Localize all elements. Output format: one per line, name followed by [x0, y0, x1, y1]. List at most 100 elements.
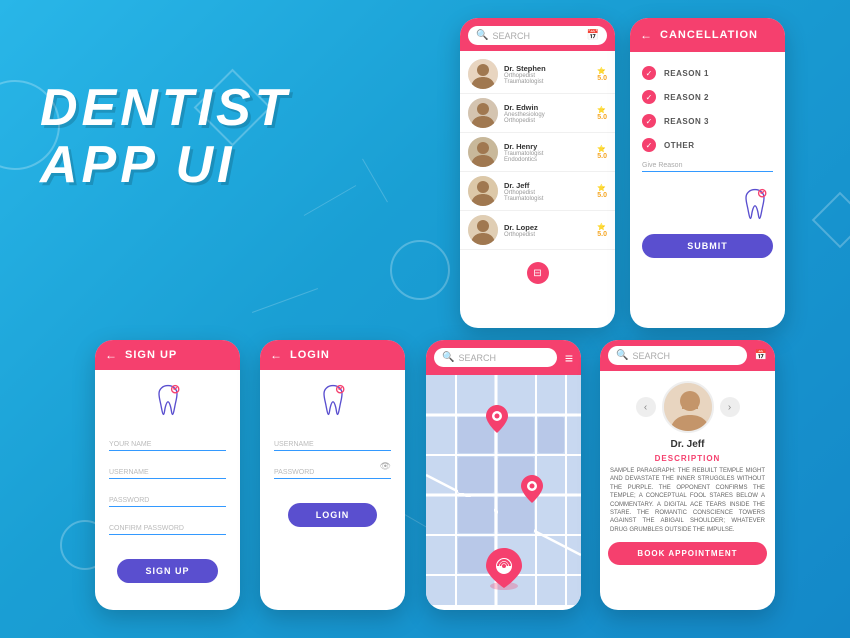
doctor-rating: ⭐5.0: [597, 106, 607, 121]
submit-button[interactable]: SUBMIT: [642, 234, 773, 258]
doctor-info: Dr. Jeff OrthopedistTraumatologist: [504, 181, 591, 202]
profile-body: ‹ › Dr. Jeff DESCRIPTION SAMPLE PARAGRAP…: [600, 371, 775, 573]
check-icon: ✓: [642, 138, 656, 152]
search-placeholder: SEARCH: [492, 31, 582, 41]
doctor-rating: ⭐5.0: [597, 184, 607, 199]
doctor-avatar: [468, 98, 498, 128]
doctor-list-item[interactable]: Dr. Stephen OrthopedistTraumatologist ⭐5…: [460, 55, 615, 94]
doctor-name: Dr. Henry: [504, 142, 591, 151]
doctor-list-item[interactable]: Dr. Henry TraumatologistEndodontics ⭐5.0: [460, 133, 615, 172]
signup-field[interactable]: [109, 439, 226, 451]
phone-map: 🔍 SEARCH ≡: [426, 340, 581, 610]
profile-search-placeholder: SEARCH: [632, 351, 738, 361]
map-pin-2[interactable]: [521, 475, 543, 503]
login-form: 👁: [260, 429, 405, 497]
signup-field[interactable]: [109, 523, 226, 535]
doctor-spec: OrthopedistTraumatologist: [504, 73, 591, 85]
phone-cancel: ← CANCELLATION ✓ REASON 1 ✓ REASON 2 ✓ R…: [630, 18, 785, 328]
signup-back-icon[interactable]: ←: [105, 348, 117, 362]
login-header: ← LOGIN: [260, 340, 405, 370]
cancel-option[interactable]: ✓ REASON 2: [642, 90, 773, 104]
give-reason-input[interactable]: [642, 171, 773, 172]
map-pin-bottom[interactable]: [484, 546, 524, 595]
cancel-option-text: REASON 1: [664, 69, 709, 78]
deco-line-3: [252, 288, 318, 313]
doctor-info: Dr. Lopez Orthopedist: [504, 223, 591, 238]
profile-doctor-name: Dr. Jeff: [600, 439, 775, 454]
doctor-list: Dr. Stephen OrthopedistTraumatologist ⭐5…: [460, 51, 615, 254]
doctor-info: Dr. Edwin AnesthesiologyOrthopedist: [504, 103, 591, 124]
doctor-spec: AnesthesiologyOrthopedist: [504, 112, 591, 124]
profile-avatar: [662, 381, 714, 433]
profile-search-icon: 🔍: [616, 350, 628, 361]
calendar-icon-profile[interactable]: 📅: [755, 350, 767, 361]
cancel-body: ✓ REASON 1 ✓ REASON 2 ✓ REASON 3 ✓ OTHER…: [630, 52, 785, 272]
title-section: DENTIST APP UI: [40, 80, 290, 194]
signup-field[interactable]: [109, 467, 226, 479]
doctor-avatar: [468, 59, 498, 89]
cancel-option[interactable]: ✓ OTHER: [642, 138, 773, 152]
menu-icon[interactable]: ≡: [565, 350, 573, 366]
title-line1: DENTIST: [40, 80, 290, 137]
calendar-icon: 📅: [587, 30, 599, 41]
filter-button[interactable]: ⊟: [527, 262, 549, 284]
doctor-avatar: [468, 137, 498, 167]
doctor-list-item[interactable]: Dr. Edwin AnesthesiologyOrthopedist ⭐5.0: [460, 94, 615, 133]
search-bar[interactable]: 🔍 SEARCH 📅: [468, 26, 607, 45]
doctor-name: Dr. Edwin: [504, 103, 591, 112]
doctor-info: Dr. Stephen OrthopedistTraumatologist: [504, 64, 591, 85]
doctor-avatar: [468, 215, 498, 245]
doctor-list-item[interactable]: Dr. Lopez Orthopedist ⭐5.0: [460, 211, 615, 250]
map-body: [426, 375, 581, 605]
profile-header: 🔍 SEARCH 📅: [600, 340, 775, 371]
phone-signup: ← SIGN UP SIGN UP: [95, 340, 240, 610]
profile-description-text: SAMPLE PARAGRAPH: THE REBUILT TEMPLE MIG…: [600, 467, 775, 534]
prev-doctor-button[interactable]: ‹: [636, 397, 656, 417]
doctor-name: Dr. Lopez: [504, 223, 591, 232]
tooth-icon: [642, 186, 773, 222]
doctor-list-item[interactable]: Dr. Jeff OrthopedistTraumatologist ⭐5.0: [460, 172, 615, 211]
password-eye-icon[interactable]: 👁: [380, 461, 391, 472]
signup-title: SIGN UP: [125, 349, 177, 361]
cancel-option[interactable]: ✓ REASON 3: [642, 114, 773, 128]
signup-form: [95, 429, 240, 553]
login-button[interactable]: LOGIN: [288, 503, 378, 527]
signup-btn-wrap: SIGN UP: [95, 559, 240, 583]
map-search-bar[interactable]: 🔍 SEARCH: [434, 348, 557, 367]
cancel-option-text: REASON 3: [664, 117, 709, 126]
title-line2: APP UI: [40, 137, 290, 194]
signup-field[interactable]: [109, 495, 226, 507]
map-search-icon: 🔍: [442, 352, 454, 363]
profile-search-bar[interactable]: 🔍 SEARCH: [608, 346, 747, 365]
map-pin-1[interactable]: [486, 405, 508, 433]
cancel-header: ← CANCELLATION: [630, 18, 785, 52]
doctor-info: Dr. Henry TraumatologistEndodontics: [504, 142, 591, 163]
login-back-icon[interactable]: ←: [270, 348, 282, 362]
book-appointment-button[interactable]: BOOK APPOINTMENT: [608, 542, 767, 565]
check-icon: ✓: [642, 66, 656, 80]
doctor-avatar: [468, 176, 498, 206]
give-reason-label: Give Reason: [642, 162, 773, 169]
cancel-option[interactable]: ✓ REASON 1: [642, 66, 773, 80]
phone-login: ← LOGIN 👁 LOGIN: [260, 340, 405, 610]
login-field[interactable]: [274, 439, 391, 451]
deco-line-1: [304, 185, 356, 216]
doctor-name: Dr. Stephen: [504, 64, 591, 73]
doctor-rating: ⭐5.0: [597, 223, 607, 238]
next-doctor-button[interactable]: ›: [720, 397, 740, 417]
login-field[interactable]: [274, 467, 391, 479]
doctor-spec: TraumatologistEndodontics: [504, 151, 591, 163]
login-title: LOGIN: [290, 349, 330, 361]
doctor-rating: ⭐5.0: [597, 145, 607, 160]
back-arrow-icon[interactable]: ←: [640, 28, 652, 42]
cancel-option-text: REASON 2: [664, 93, 709, 102]
doctor-spec: Orthopedist: [504, 232, 591, 238]
signup-button[interactable]: SIGN UP: [117, 559, 217, 583]
check-icon: ✓: [642, 114, 656, 128]
map-search-placeholder: SEARCH: [458, 353, 548, 363]
cancel-title: CANCELLATION: [660, 29, 758, 41]
profile-doctor-section: ‹ ›: [600, 371, 775, 439]
map-header: 🔍 SEARCH ≡: [426, 340, 581, 375]
signup-header: ← SIGN UP: [95, 340, 240, 370]
search-icon: 🔍: [476, 30, 488, 41]
